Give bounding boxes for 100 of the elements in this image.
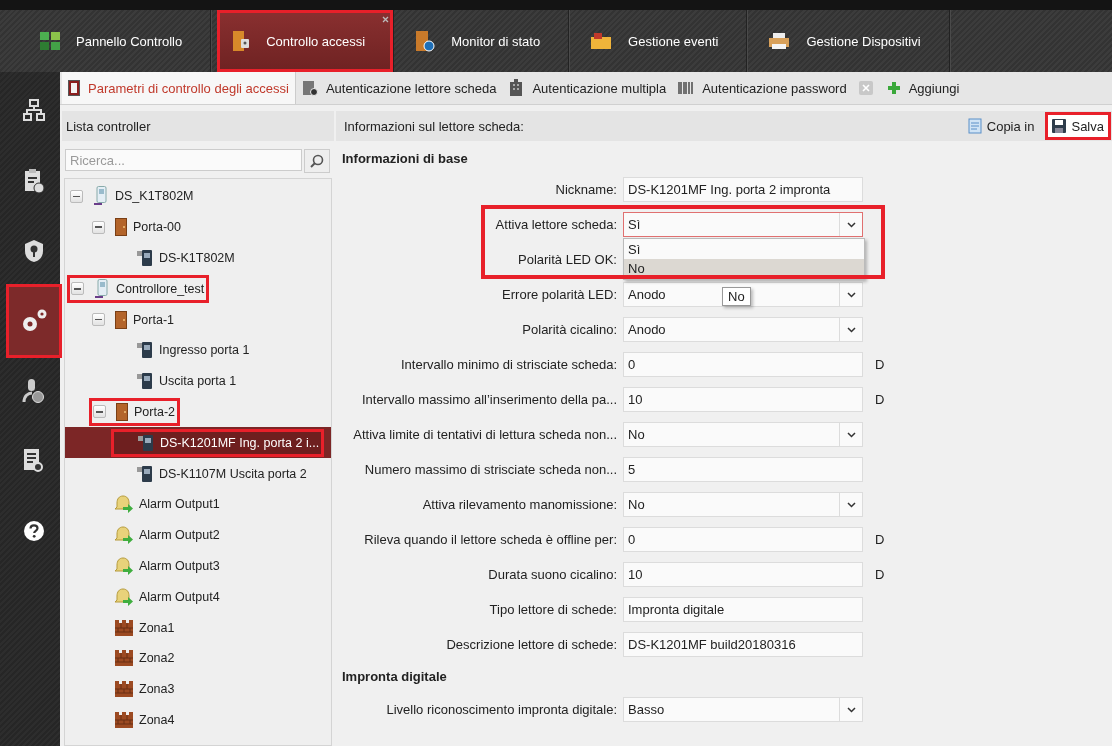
brick-wall-icon	[115, 711, 133, 728]
chevron-down-icon[interactable]	[846, 431, 856, 438]
tree-item[interactable]: Zona4	[89, 707, 178, 732]
input-field[interactable]: 0	[623, 352, 863, 377]
tree-item[interactable]: DS-K1T802M	[111, 246, 238, 270]
card-reader-icon	[138, 433, 154, 452]
input-field[interactable]: Impronta digitale	[623, 597, 863, 622]
input-field[interactable]: 5	[623, 457, 863, 482]
tab[interactable]: Autenticazione multipla	[502, 72, 673, 104]
document-gear-icon	[301, 80, 318, 96]
collapse-toggle[interactable]	[92, 313, 105, 327]
document-icon	[967, 118, 982, 134]
tab[interactable]: Autenticazione lettore scheda	[295, 72, 503, 104]
collapse-toggle[interactable]	[92, 220, 105, 234]
unit-label: D	[874, 567, 886, 582]
tree-item[interactable]: Porta-00	[89, 215, 184, 240]
chevron-down-icon[interactable]	[846, 291, 856, 298]
door-icon	[115, 218, 127, 237]
collapse-toggle[interactable]	[93, 405, 106, 419]
clipboard-clock-icon	[23, 168, 45, 194]
tab[interactable]: Parametri di controllo degli accessi	[62, 72, 296, 104]
bell-arrow-icon	[115, 495, 133, 514]
unit-label: D	[874, 392, 886, 407]
tree-item[interactable]: Zona1	[89, 615, 178, 640]
controller-device-icon	[93, 186, 109, 207]
bell-arrow-icon	[115, 526, 133, 545]
brick-wall-icon	[115, 650, 133, 667]
field-label: Livello riconoscimento impronta digitale:	[385, 702, 617, 717]
door-icon	[116, 402, 128, 421]
tree-item[interactable]: Zona2	[89, 646, 178, 671]
input-field[interactable]: 10	[623, 387, 863, 412]
tree-item[interactable]: Alarm Output4	[89, 584, 223, 609]
network-icon	[23, 99, 45, 121]
gears-icon	[20, 308, 48, 334]
tab[interactable]: Autenticazione password	[672, 72, 879, 104]
collapse-toggle[interactable]	[70, 189, 83, 203]
tree-item[interactable]: Ingresso porta 1	[111, 338, 253, 363]
chevron-down-icon[interactable]	[846, 706, 856, 713]
field-label: Rileva quando il lettore scheda è offline per:	[363, 532, 617, 547]
dropdown-field[interactable]: Basso	[623, 697, 863, 722]
card-reader-icon	[137, 341, 153, 360]
bell-arrow-icon	[115, 587, 133, 606]
card-reader-icon	[137, 464, 153, 483]
chevron-down-icon[interactable]	[846, 221, 856, 228]
tree-item[interactable]: Porta-2	[89, 397, 180, 426]
field-label: Attiva limite di tentativi di lettura scheda non...	[352, 427, 617, 442]
field-label: Tipo lettore di schede:	[488, 602, 617, 617]
dropdown-field[interactable]: No	[623, 422, 863, 447]
door-clock-icon	[415, 30, 436, 52]
input-field[interactable]: DS-K1201MF Ing. porta 2 impronta	[623, 177, 863, 202]
field-label: Nickname:	[554, 182, 617, 197]
tree-item[interactable]: Alarm Output2	[89, 523, 223, 548]
search-button[interactable]	[304, 149, 330, 173]
tree-item[interactable]: DS-K1107M Uscita porta 2	[111, 461, 310, 486]
tree-item[interactable]: Alarm Output1	[89, 492, 223, 517]
tooltip: No	[722, 287, 751, 306]
field-label: Numero massimo di strisciate scheda non...	[363, 462, 617, 477]
collapse-toggle[interactable]	[71, 282, 84, 296]
chevron-down-icon[interactable]	[846, 501, 856, 508]
dropdown-field[interactable]: Anodo	[623, 317, 863, 342]
module-tab[interactable]: Controllo accessi	[217, 10, 395, 72]
folder-icon	[590, 32, 613, 50]
panel-title: Lista controller	[62, 111, 334, 141]
input-field[interactable]: 10	[623, 562, 863, 587]
dropdown-field[interactable]: Anodo No	[623, 282, 863, 307]
field-label: Errore polarità LED:	[501, 287, 617, 302]
input-field[interactable]: 0	[623, 527, 863, 552]
section-title: Informazioni di base	[341, 150, 469, 167]
copy-button[interactable]: Copia in	[963, 115, 1039, 137]
document-search-icon	[23, 448, 45, 474]
brick-wall-icon	[115, 619, 133, 636]
chevron-down-icon[interactable]	[846, 326, 856, 333]
save-button[interactable]: Salva	[1048, 115, 1108, 137]
unit-label: D	[874, 357, 886, 372]
door-icon	[68, 80, 80, 96]
field-label: Polarità LED OK:	[517, 252, 617, 267]
grid-icon	[40, 32, 60, 50]
input-field[interactable]: DS-K1201MF build20180316	[623, 632, 863, 657]
dropdown-option[interactable]: Sì	[624, 240, 864, 259]
field-label: Descrizione lettore di schede:	[445, 637, 617, 652]
search-field[interactable]: Ricerca...	[65, 149, 302, 171]
field-label: Polarità cicalino:	[521, 322, 617, 337]
tree-item[interactable]: DS_K1T802M	[67, 184, 197, 209]
panel-title: Informazioni sul lettore scheda:	[344, 118, 525, 134]
tree-item[interactable]: Zona3	[89, 677, 178, 702]
field-label: Intervallo massimo all’inserimento della pa...	[360, 392, 617, 407]
brick-wall-icon	[115, 681, 133, 698]
tree-item[interactable]: Porta-1	[89, 307, 177, 332]
tree-item[interactable]: Alarm Output3	[89, 553, 223, 578]
tree-item[interactable]: DS-K1201MF Ing. porta 2 i...	[111, 428, 325, 457]
close-icon[interactable]	[382, 16, 390, 23]
dropdown-field[interactable]: No	[623, 492, 863, 517]
tree-item[interactable]: Controllore_test	[67, 274, 210, 303]
plus-icon	[886, 81, 901, 95]
add-tab-button[interactable]: Aggiungi	[880, 72, 966, 104]
field-label: Attiva rilevamento manomissione:	[421, 497, 617, 512]
shield-key-icon	[24, 239, 44, 263]
tree-item[interactable]: Uscita porta 1	[111, 369, 240, 394]
card-reader-icon	[137, 249, 153, 267]
section-title: Impronta digitale	[341, 668, 448, 686]
